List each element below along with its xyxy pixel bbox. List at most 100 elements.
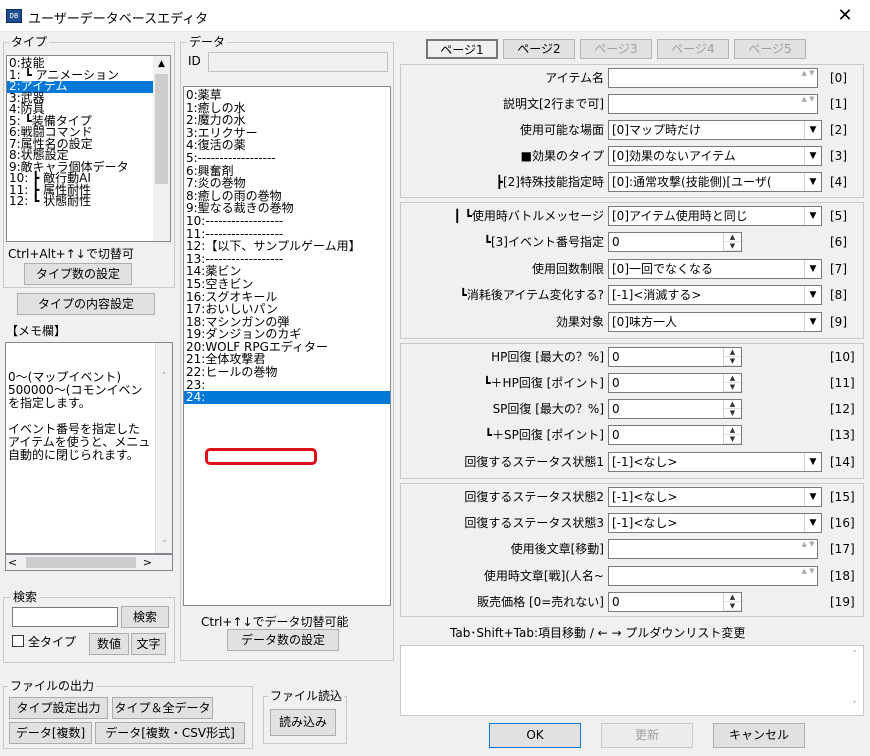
spin-buttons[interactable]: ▲ ▼ (723, 593, 741, 611)
data-list-item[interactable]: 17:おいしいパン (184, 303, 390, 316)
type-count-button[interactable]: タイプ数の設定 (24, 263, 132, 285)
chevron-down-icon[interactable]: ▼ (804, 147, 821, 165)
number-spinner[interactable]: 0 ▲ ▼ (608, 399, 742, 419)
load-button[interactable]: 読み込み (270, 709, 336, 736)
dropdown[interactable]: [0]味方一人 ▼ (608, 312, 822, 332)
chevron-down-icon[interactable]: ▼ (804, 121, 821, 139)
spin-up-icon[interactable]: ▲ (724, 374, 741, 383)
data-list-item[interactable]: 23: (184, 379, 390, 392)
scroll-left-icon[interactable]: < (8, 555, 17, 570)
data-list-item[interactable]: 15:空きビン (184, 278, 390, 291)
spin-up-icon[interactable]: ▲ (724, 233, 741, 242)
search-input[interactable] (12, 607, 118, 627)
memo-textarea[interactable]: 0～(マップイベント) 500000～(コモンイベン を指定します。 イベント番号を指… (5, 342, 173, 554)
chevron-down-icon[interactable]: ▼ (804, 207, 821, 225)
data-list-item[interactable]: 5:------------------ (184, 152, 390, 165)
chevron-down-icon[interactable]: ▼ (804, 286, 821, 304)
all-types-checkbox[interactable] (12, 635, 24, 647)
chevron-down-icon[interactable]: ▼ (804, 488, 821, 506)
text-field[interactable]: ▲ ▼ (608, 94, 818, 114)
tab-page-3[interactable]: ページ3 (580, 39, 652, 59)
spin-down-icon[interactable]: ▼ (724, 409, 741, 418)
description-scrollbar[interactable]: ˄ ˅ (846, 646, 863, 715)
memo-hscrollbar[interactable]: < > (5, 554, 173, 571)
export-data-multi-button[interactable]: データ[複数] (9, 722, 92, 744)
type-list-scroll-thumb[interactable] (155, 74, 168, 184)
chevron-down-icon[interactable]: ▼ (804, 173, 821, 191)
scroll-up-icon[interactable]: ˄ (156, 369, 172, 385)
type-list-item[interactable]: 12: ┗ 状態耐性 (7, 195, 153, 208)
data-list-item[interactable]: 24: (184, 391, 390, 404)
ok-button[interactable]: OK (489, 723, 581, 748)
update-button[interactable]: 更新 (601, 723, 693, 748)
spin-down-icon[interactable]: ▼ (724, 435, 741, 444)
description-box[interactable]: ˄ ˅ (400, 645, 864, 716)
memo-hscroll-thumb[interactable] (26, 557, 136, 568)
number-spinner[interactable]: 0 ▲ ▼ (608, 232, 742, 252)
dropdown[interactable]: [0]:通常攻撃(技能側)[ユーザ(▼ (608, 172, 822, 192)
spin-buttons[interactable]: ▲ ▼ (723, 348, 741, 366)
cancel-button[interactable]: キャンセル (713, 723, 805, 748)
tab-page-5[interactable]: ページ5 (734, 39, 806, 59)
data-list-item[interactable]: 19:ダンジョンのカギ (184, 328, 390, 341)
text-field[interactable]: ▲ ▼ (608, 566, 818, 586)
spin-down-icon[interactable]: ▼ (724, 383, 741, 392)
dropdown[interactable]: [0]効果のないアイテム ▼ (608, 146, 822, 166)
number-spinner[interactable]: 0 ▲ ▼ (608, 425, 742, 445)
dropdown[interactable]: [-1]<消滅する> ▼ (608, 285, 822, 305)
data-list-item[interactable]: 22:ヒールの巻物 (184, 366, 390, 379)
type-list[interactable]: 0:技能 1: ┗ アニメーション 2:アイテム 3:武器 4:防具 5: ┗装備タイプ 6… (6, 55, 171, 242)
data-list-item[interactable]: 2:魔力の水 (184, 114, 390, 127)
data-list[interactable]: 0:薬草 1:癒しの水 2:魔力の水 3:エリクサー 4:復活の薬 5:---------… (183, 86, 391, 606)
spin-down-icon[interactable]: ▼ (724, 242, 741, 251)
tab-page-2[interactable]: ページ2 (503, 39, 575, 59)
chevron-down-icon[interactable]: ▼ (804, 514, 821, 532)
export-data-csv-button[interactable]: データ[複数・CSV形式] (95, 722, 245, 744)
search-button[interactable]: 検索 (121, 606, 169, 628)
type-content-button[interactable]: タイプの内容設定 (17, 293, 155, 315)
scroll-up-icon[interactable]: ˄ (846, 646, 863, 664)
dropdown[interactable]: [0]マップ時だけ ▼ (608, 120, 822, 140)
data-list-item[interactable]: 0:薬草 (184, 89, 390, 102)
dropdown[interactable]: [0]一回でなくなる ▼ (608, 259, 822, 279)
number-spinner[interactable]: 0 ▲ ▼ (608, 373, 742, 393)
spin-down-icon[interactable]: ▼ (724, 602, 741, 611)
dropdown[interactable]: [0]アイテム使用時と同じ ▼ (608, 206, 822, 226)
text-field[interactable]: ▲ ▼ (608, 539, 818, 559)
spin-up-icon[interactable]: ▲ (724, 400, 741, 409)
spin-buttons[interactable]: ▲ ▼ (723, 400, 741, 418)
spin-up-icon[interactable]: ▲ (724, 593, 741, 602)
scroll-right-icon[interactable]: > (143, 555, 152, 570)
search-numeric-button[interactable]: 数値 (89, 633, 129, 655)
scroll-down-icon[interactable]: ˅ (156, 537, 172, 553)
memo-scrollbar[interactable]: ˄ ˅ (155, 343, 172, 553)
dropdown[interactable]: [-1]<なし> ▼ (608, 452, 822, 472)
dropdown[interactable]: [-1]<なし> ▼ (608, 513, 822, 533)
chevron-down-icon[interactable]: ▼ (804, 313, 821, 331)
data-list-item[interactable]: 10:------------------ (184, 215, 390, 228)
spin-up-icon[interactable]: ▲ (724, 426, 741, 435)
scroll-down-icon[interactable]: ˅ (846, 697, 863, 715)
close-icon[interactable]: ✕ (828, 4, 862, 28)
scroll-up-icon[interactable]: ▲ (153, 56, 170, 72)
spin-buttons[interactable]: ▲ ▼ (723, 374, 741, 392)
export-type-all-data-button[interactable]: タイプ＆全データ (112, 697, 213, 719)
spin-buttons[interactable]: ▲ ▼ (723, 426, 741, 444)
text-field[interactable]: ▲ ▼ (608, 68, 818, 88)
data-count-button[interactable]: データ数の設定 (227, 629, 339, 651)
search-text-button[interactable]: 文字 (131, 633, 166, 655)
export-type-settings-button[interactable]: タイプ設定出力 (9, 697, 108, 719)
spin-up-icon[interactable]: ▲ (724, 348, 741, 357)
data-list-item[interactable]: 12:【以下、サンプルゲーム用】 (184, 240, 390, 253)
type-list-scrollbar[interactable]: ▲ (153, 56, 170, 241)
number-spinner[interactable]: 0 ▲ ▼ (608, 347, 742, 367)
data-list-item[interactable]: 7:炎の巻物 (184, 177, 390, 190)
number-spinner[interactable]: 0 ▲ ▼ (608, 592, 742, 612)
spin-down-icon[interactable]: ▼ (724, 357, 741, 366)
chevron-down-icon[interactable]: ▼ (804, 453, 821, 471)
dropdown[interactable]: [-1]<なし> ▼ (608, 487, 822, 507)
tab-page-1[interactable]: ページ1 (426, 39, 498, 59)
tab-page-4[interactable]: ページ4 (657, 39, 729, 59)
spin-buttons[interactable]: ▲ ▼ (723, 233, 741, 251)
chevron-down-icon[interactable]: ▼ (804, 260, 821, 278)
